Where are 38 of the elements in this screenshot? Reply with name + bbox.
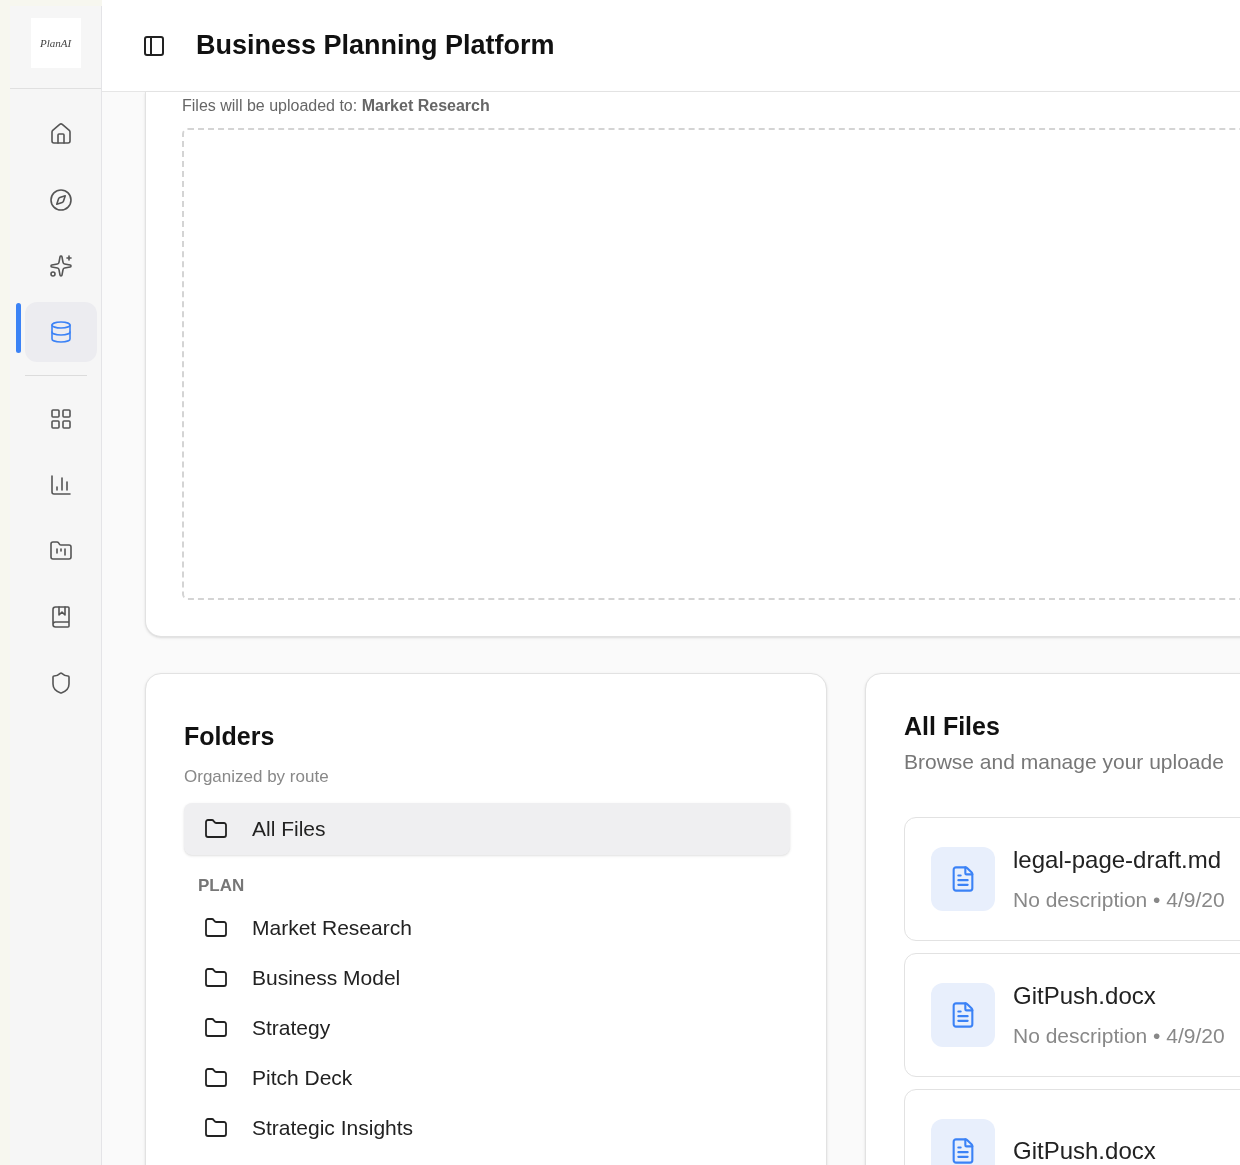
files-subtitle: Browse and manage your uploade	[904, 748, 1225, 775]
file-name: GitPush.docx	[1013, 981, 1157, 1012]
file-meta: No description • 4/9/20	[1013, 1023, 1225, 1050]
file-name: legal-page-draft.md	[1013, 845, 1223, 876]
folder-item[interactable]: Business Model	[184, 952, 790, 1003]
panel-icon	[142, 33, 166, 58]
grid-icon	[48, 407, 73, 431]
nav-button[interactable]	[24, 302, 97, 362]
database-icon	[48, 320, 73, 344]
folder-icon	[204, 1115, 228, 1140]
folder-item[interactable]: Strategic Insights	[184, 1102, 790, 1153]
file-item[interactable]: legal-page-draft.md No description • 4/9/20	[904, 817, 1240, 941]
folders-subtitle: Organized by route	[184, 765, 330, 788]
file-name: GitPush.docx	[1013, 1136, 1156, 1165]
folder-icon	[204, 915, 228, 940]
file-item[interactable]: GitPush.docx No description • 4/9/20	[904, 953, 1240, 1077]
bar-chart-icon	[48, 473, 73, 497]
folder-item[interactable]: All Files	[184, 803, 790, 855]
logo[interactable]: PlanAI	[30, 18, 81, 68]
group-heading: PLAN	[197, 875, 246, 897]
sparkles-icon	[48, 254, 73, 278]
folder-icon	[204, 817, 228, 841]
home-icon	[48, 122, 73, 146]
folder-item[interactable]: Strategy	[184, 1002, 790, 1053]
compass-icon	[48, 188, 73, 212]
folder-icon	[204, 1015, 228, 1040]
folder-item[interactable]: Pitch Deck	[184, 1052, 790, 1103]
files-title: All Files	[904, 711, 1001, 742]
page-title: Business Planning Platform	[196, 29, 555, 63]
upload-destination-text: Files will be uploaded to: Market Research	[182, 96, 491, 116]
folder-icon	[204, 1065, 228, 1090]
folder-icon	[48, 539, 73, 563]
file-meta: No description • 4/9/20	[1013, 887, 1225, 914]
folder-item[interactable]: Market Research	[184, 902, 790, 953]
active-indicator	[16, 303, 21, 353]
folder-icon	[204, 965, 228, 990]
folders-title: Folders	[184, 721, 276, 752]
file-item[interactable]: GitPush.docx	[904, 1089, 1240, 1165]
